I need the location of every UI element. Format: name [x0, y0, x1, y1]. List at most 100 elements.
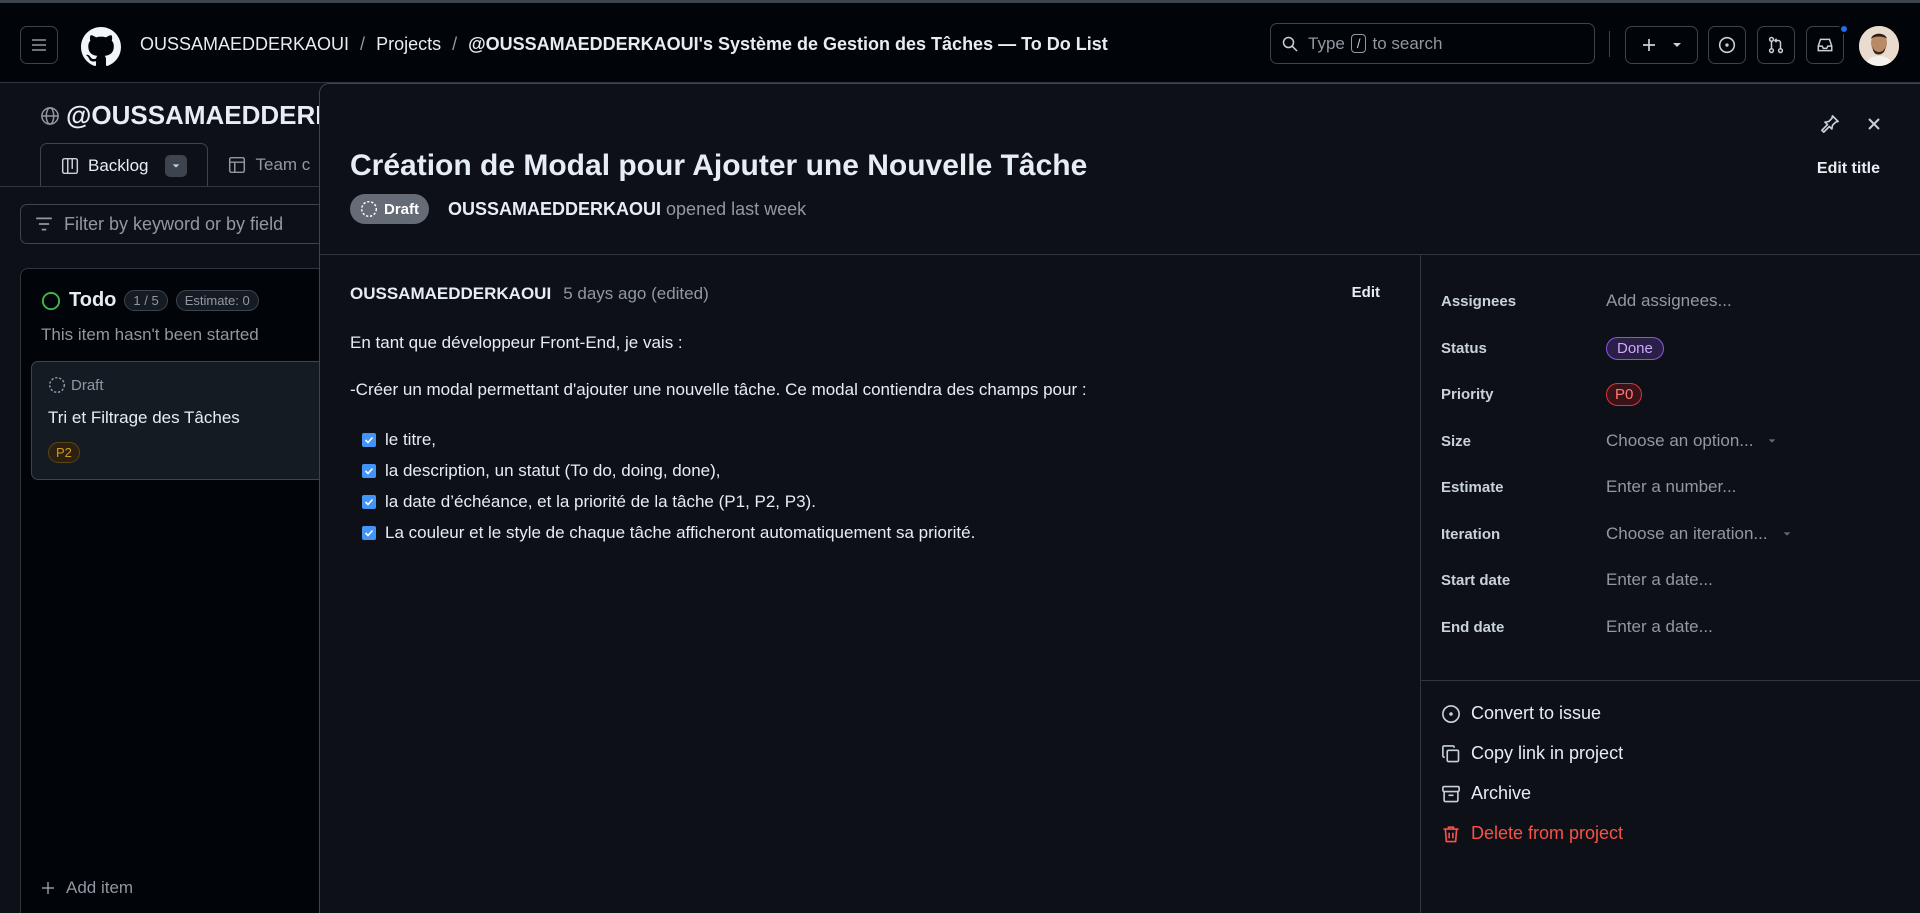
close-button[interactable]: [1864, 114, 1884, 134]
delete-from-project-button[interactable]: Delete from project: [1441, 823, 1623, 844]
check-icon: [364, 467, 374, 475]
field-label: Iteration: [1441, 525, 1501, 543]
pull-request-icon: [1768, 36, 1784, 54]
search-hint-pre: Type: [1308, 33, 1345, 53]
field-value[interactable]: Done: [1606, 336, 1664, 360]
add-item-button[interactable]: Add item: [40, 878, 133, 898]
issues-button[interactable]: [1708, 26, 1746, 64]
field-value[interactable]: P0: [1606, 382, 1643, 406]
field-end-date[interactable]: End date Enter a date...: [1421, 604, 1920, 650]
item-meta: Draft OUSSAMAEDDERKAOUI opened last week: [350, 194, 806, 224]
task-checkbox[interactable]: [362, 494, 376, 509]
archive-button[interactable]: Archive: [1441, 783, 1531, 804]
tabs-underline: [0, 186, 330, 187]
field-value[interactable]: Add assignees...: [1606, 291, 1732, 311]
board-card[interactable]: Draft Tri et Filtrage des Tâches P2: [31, 361, 341, 480]
card-status: Draft: [48, 376, 104, 394]
comment-timestamp[interactable]: 5 days ago (edited): [563, 284, 709, 304]
breadcrumb-separator: /: [452, 34, 458, 54]
item-title: Création de Modal pour Ajouter une Nouve…: [350, 149, 1088, 182]
inbox-button[interactable]: [1806, 26, 1844, 64]
issue-icon: [1718, 36, 1736, 54]
menu-button[interactable]: [20, 26, 58, 64]
field-value[interactable]: Enter a date...: [1606, 617, 1713, 637]
column-count: 1 / 5: [124, 290, 168, 311]
breadcrumb-project-link[interactable]: @OUSSAMAEDDERKAOUI's Système de Gestion …: [468, 34, 1108, 55]
card-title[interactable]: Tri et Filtrage des Tâches: [48, 408, 240, 428]
field-value[interactable]: Choose an iteration...: [1606, 524, 1792, 544]
pull-requests-button[interactable]: [1757, 26, 1795, 64]
search-shortcut-key: /: [1350, 34, 1367, 53]
copy-icon: [1442, 744, 1460, 762]
field-label: Size: [1441, 432, 1472, 450]
field-label: Start date: [1441, 571, 1511, 589]
filter-placeholder: Filter by keyword or by field: [64, 213, 284, 234]
field-label: Assignees: [1441, 292, 1517, 310]
edit-title-button[interactable]: Edit title: [1817, 160, 1880, 178]
field-label: Estimate: [1441, 478, 1504, 496]
edit-comment-button[interactable]: Edit: [1352, 284, 1380, 301]
board-icon: [61, 157, 79, 174]
create-new-button[interactable]: [1625, 26, 1698, 64]
table-icon: [229, 156, 246, 174]
archive-icon: [1442, 785, 1460, 802]
tab-team-label: Team c: [255, 155, 311, 174]
task-text: le titre,: [385, 429, 437, 449]
filter-icon: [36, 217, 52, 231]
field-value[interactable]: Enter a date...: [1606, 570, 1713, 590]
card-status-label: Draft: [71, 376, 104, 394]
item-opened-time: opened last week: [666, 198, 807, 219]
tab-backlog[interactable]: Backlog: [40, 143, 209, 187]
github-logo[interactable]: [81, 27, 121, 67]
item-body: OUSSAMAEDDERKAOUI 5 days ago (edited) Ed…: [320, 255, 1420, 913]
task-checkbox[interactable]: [362, 432, 376, 447]
breadcrumb-projects-link[interactable]: Projects: [376, 34, 441, 55]
field-value[interactable]: Choose an option...: [1606, 431, 1777, 451]
status-circle-icon: [41, 291, 61, 310]
inbox-icon: [1817, 38, 1833, 52]
field-status[interactable]: Status Done: [1421, 325, 1920, 371]
comment-author[interactable]: OUSSAMAEDDERKAOUI: [350, 284, 551, 304]
field-estimate[interactable]: Estimate Enter a number...: [1421, 464, 1920, 510]
column-name: Todo: [69, 289, 117, 311]
issue-icon: [1442, 704, 1460, 723]
field-assignees[interactable]: Assignees Add assignees...: [1421, 278, 1920, 324]
chevron-down-icon: [173, 163, 180, 168]
field-start-date[interactable]: Start date Enter a date...: [1421, 557, 1920, 603]
item-detail-panel: Création de Modal pour Ajouter une Nouve…: [319, 83, 1920, 913]
breadcrumb-owner-link[interactable]: OUSSAMAEDDERKAOUI: [140, 34, 349, 55]
convert-to-issue-button[interactable]: Convert to issue: [1441, 703, 1601, 724]
field-size[interactable]: Size Choose an option...: [1421, 418, 1920, 464]
field-label: End date: [1441, 618, 1505, 636]
add-item-label: Add item: [66, 878, 134, 897]
priority-badge: P0: [1606, 382, 1643, 406]
search-hint-post: to search: [1372, 33, 1443, 53]
action-label: Delete from project: [1471, 823, 1624, 843]
pin-icon: [1821, 115, 1839, 133]
copy-link-button[interactable]: Copy link in project: [1441, 743, 1623, 764]
field-value[interactable]: Enter a number...: [1606, 477, 1736, 497]
field-priority[interactable]: Priority P0: [1421, 371, 1920, 417]
fields-sidebar: Assignees Add assignees... Status Done P…: [1420, 255, 1920, 913]
field-label: Status: [1441, 339, 1487, 357]
action-label: Convert to issue: [1471, 703, 1602, 723]
status-badge: Done: [1606, 336, 1664, 360]
draft-badge-label: Draft: [384, 200, 420, 218]
item-author[interactable]: OUSSAMAEDDERKAOUI: [448, 199, 661, 220]
field-iteration[interactable]: Iteration Choose an iteration...: [1421, 511, 1920, 557]
field-label: Priority: [1441, 385, 1494, 403]
user-avatar-icon: [1859, 26, 1899, 66]
tab-team[interactable]: Team c: [208, 143, 330, 187]
filter-input[interactable]: Filter by keyword or by field: [20, 204, 340, 244]
priority-badge: P2: [48, 442, 80, 463]
pin-button[interactable]: [1820, 114, 1840, 134]
chevron-down-icon: [1769, 439, 1776, 443]
avatar[interactable]: [1859, 26, 1899, 66]
task-text: la description, un statut (To do, doing,…: [385, 460, 721, 480]
search-input[interactable]: Type / to search: [1270, 23, 1595, 64]
task-checkbox[interactable]: [362, 463, 376, 478]
task-checkbox[interactable]: [362, 525, 376, 540]
chevron-down-icon: [1783, 532, 1790, 536]
task-list-item: le titre,: [362, 424, 975, 455]
tab-options-button[interactable]: [165, 154, 188, 177]
